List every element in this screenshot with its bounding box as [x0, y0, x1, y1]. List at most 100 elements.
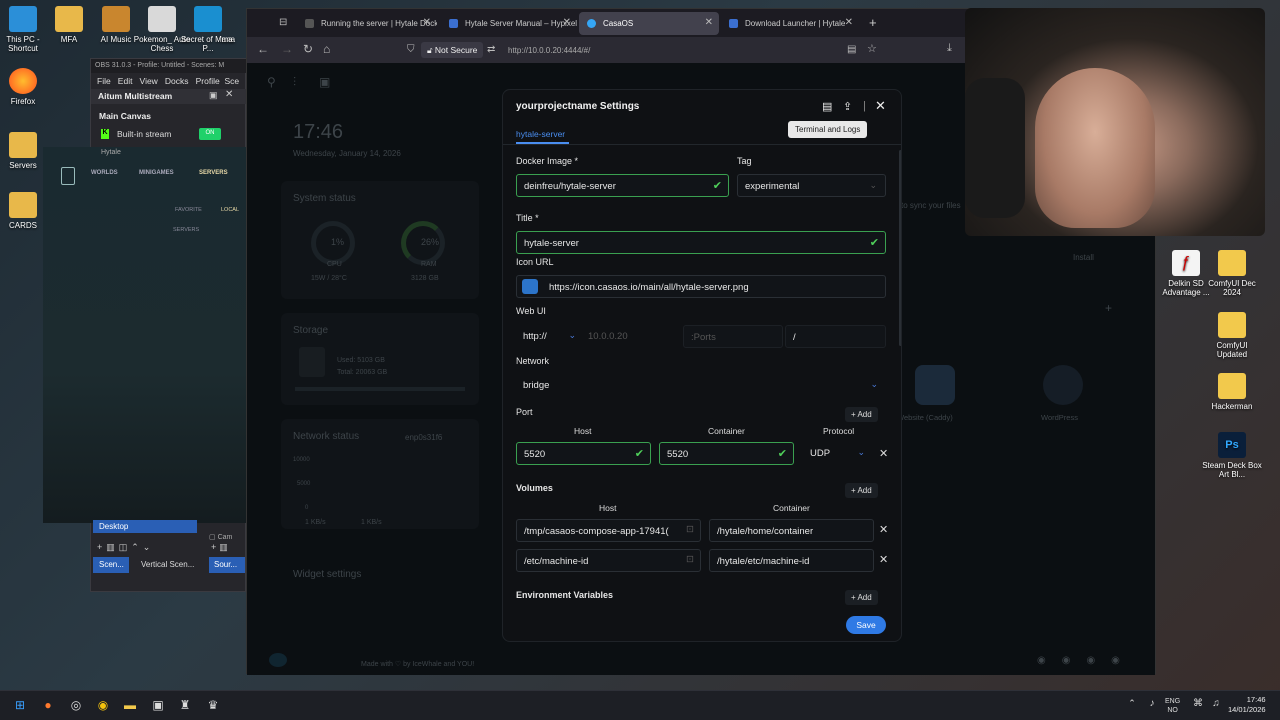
settings-icon[interactable]: ⫶: [293, 75, 296, 90]
menu-view[interactable]: View: [140, 76, 158, 86]
not-secure-badge[interactable]: 🔓︎ Not Secure: [421, 42, 484, 58]
icon-url-field[interactable]: https://icon.casaos.io/main/all/hytale-s…: [516, 275, 886, 298]
volume-icon[interactable]: ♫: [1208, 698, 1224, 714]
back-icon[interactable]: ←: [257, 42, 269, 56]
firefox-taskbar-icon[interactable]: ●: [40, 698, 56, 714]
tab-sources[interactable]: Sour...: [209, 557, 245, 573]
terminal-logs-icon[interactable]: ▤: [822, 100, 832, 113]
forward-icon[interactable]: →: [281, 42, 293, 56]
web-ui-ports-field[interactable]: :Ports: [683, 325, 783, 348]
menu-edit[interactable]: Edit: [118, 76, 133, 86]
hytale-taskbar-icon[interactable]: ♛: [205, 698, 221, 714]
close-icon[interactable]: ✕: [563, 17, 571, 28]
add-env-button[interactable]: + Add: [845, 590, 878, 605]
scene-controls[interactable]: +▥◫⌃⌄: [97, 542, 154, 553]
tag-select[interactable]: experimental ⌄: [737, 174, 886, 197]
volume-container-field[interactable]: /hytale/etc/machine-id: [709, 549, 874, 572]
desktop-icon-hackerman[interactable]: Hackerman: [1202, 373, 1262, 411]
desktop-icon-secret-of-mana[interactable]: Secret of Mana P...: [178, 6, 238, 53]
network-icon[interactable]: ⌘: [1190, 698, 1206, 714]
folder-picker-icon[interactable]: ⊡: [686, 524, 694, 535]
desktop-icon-firefox[interactable]: Firefox: [0, 68, 53, 106]
tab-scenes[interactable]: Scen...: [93, 557, 129, 573]
tab-running-server[interactable]: Running the server | Hytale Docker ✕: [297, 12, 437, 35]
new-tab-button[interactable]: +: [869, 15, 877, 30]
folder-picker-icon[interactable]: ⊡: [686, 554, 694, 565]
close-icon[interactable]: ✕: [845, 17, 853, 28]
file-explorer-icon[interactable]: ▬: [122, 698, 138, 714]
user-icon[interactable]: ⚲: [267, 75, 276, 89]
dock-float-icon[interactable]: ▣: [209, 90, 218, 101]
volume-host-field[interactable]: /tmp/casaos-compose-app-17941(⊡: [516, 519, 701, 542]
language-indicator[interactable]: ENG NO: [1165, 697, 1180, 715]
taskbar-clock[interactable]: 17:46 14/01/2026: [1228, 695, 1266, 715]
tab-vertical-scenes[interactable]: Vertical Scen...: [135, 557, 201, 573]
caddy-app-icon[interactable]: [915, 365, 955, 405]
url-field[interactable]: http://10.0.0.20:4444/#/: [508, 41, 948, 59]
add-app-icon[interactable]: +: [1105, 301, 1112, 315]
save-button[interactable]: Save: [846, 616, 886, 634]
dock-close-icon[interactable]: ✕: [225, 89, 233, 100]
app-taskbar-icon[interactable]: ♜: [177, 698, 193, 714]
stream-toggle[interactable]: ON: [199, 128, 221, 140]
port-host-field[interactable]: 5520 ✔: [516, 442, 651, 465]
desktop-icon-steam-deck[interactable]: Ps Steam Deck Box Art Bl...: [1202, 432, 1262, 479]
source-cam[interactable]: ▢ Cam: [209, 533, 232, 541]
remove-volume-icon[interactable]: ✕: [879, 523, 888, 536]
close-icon[interactable]: ✕: [705, 17, 713, 28]
obs-taskbar-icon[interactable]: ◎: [68, 698, 84, 714]
tab-hytale-server[interactable]: hytale-server: [516, 129, 565, 139]
sub-favorite: FAVORITE: [175, 207, 202, 213]
desktop-icon-comfyui-updated[interactable]: ComfyUI Updated: [1202, 312, 1262, 359]
terminal-taskbar-icon[interactable]: ▣: [150, 698, 166, 714]
reload-icon[interactable]: ↻: [303, 42, 313, 56]
network-select[interactable]: bridge ⌄: [516, 374, 886, 397]
terminal-icon[interactable]: ▣: [319, 75, 330, 89]
web-ui-scheme-select[interactable]: http:// ⌄: [516, 325, 578, 348]
remove-port-icon[interactable]: ✕: [879, 447, 888, 460]
wordpress-app-icon[interactable]: [1043, 365, 1083, 405]
network-iface[interactable]: enp0s31f6: [405, 433, 442, 442]
add-port-button[interactable]: + Add: [845, 407, 878, 422]
volume-host-field[interactable]: /etc/machine-id ⊡: [516, 549, 701, 572]
menu-file[interactable]: File: [97, 76, 111, 86]
network-label: Network: [516, 356, 550, 366]
desktop-icon-ma[interactable]: ma: [212, 35, 242, 44]
shield-icon[interactable]: ⛉: [407, 44, 415, 55]
install-button[interactable]: Install: [1073, 253, 1094, 262]
home-icon[interactable]: ⌂: [323, 42, 330, 56]
web-ui-path-field[interactable]: /: [785, 325, 886, 348]
tab-list-icon[interactable]: ⊟: [279, 17, 287, 28]
port-container-field[interactable]: 5520 ✔: [659, 442, 794, 465]
scene-item-desktop[interactable]: Desktop: [93, 520, 197, 533]
title-field[interactable]: hytale-server ✔: [516, 231, 886, 254]
social-icons[interactable]: ◉◉◉◉: [1037, 655, 1136, 666]
remove-volume-icon[interactable]: ✕: [879, 553, 888, 566]
menu-profile[interactable]: Profile: [196, 76, 220, 86]
source-controls[interactable]: +▥: [211, 542, 231, 553]
tray-chevron-up-icon[interactable]: ⌃: [1124, 698, 1140, 714]
chrome-taskbar-icon[interactable]: ◉: [95, 698, 111, 714]
close-icon[interactable]: ✕: [875, 98, 886, 114]
tab-server-manual[interactable]: Hytale Server Manual – Hypixel ✕: [441, 12, 577, 35]
add-volume-button[interactable]: + Add: [845, 483, 878, 498]
microphone-icon[interactable]: ♪: [1144, 698, 1160, 714]
export-icon[interactable]: ⇪: [843, 100, 852, 113]
download-icon[interactable]: ⤓: [947, 42, 952, 55]
reader-icon[interactable]: ▤: [847, 44, 856, 55]
menu-scene-collection[interactable]: Sce: [224, 76, 239, 86]
windows-start-icon[interactable]: ⊞: [12, 698, 28, 714]
protocol-select[interactable]: UDP ⌄: [803, 442, 869, 465]
menu-docks[interactable]: Docks: [165, 76, 189, 86]
scrollbar[interactable]: [899, 150, 901, 346]
desktop-icon-comfyui-dec[interactable]: ComfyUI Dec 2024: [1202, 250, 1262, 297]
tab-download-launcher[interactable]: Download Launcher | Hytale ✕: [721, 12, 859, 35]
bookmark-icon[interactable]: ☆: [867, 42, 877, 55]
tab-casaos[interactable]: CasaOS ✕: [579, 12, 719, 35]
permissions-icon[interactable]: ⇄: [487, 44, 495, 55]
close-icon[interactable]: ✕: [423, 17, 431, 28]
docker-image-field[interactable]: deinfreu/hytale-server ✔: [516, 174, 729, 197]
desktop-icon-label: AI Music: [100, 35, 132, 44]
widget-settings[interactable]: Widget settings: [293, 569, 361, 580]
volume-container-field[interactable]: /hytale/home/container: [709, 519, 874, 542]
